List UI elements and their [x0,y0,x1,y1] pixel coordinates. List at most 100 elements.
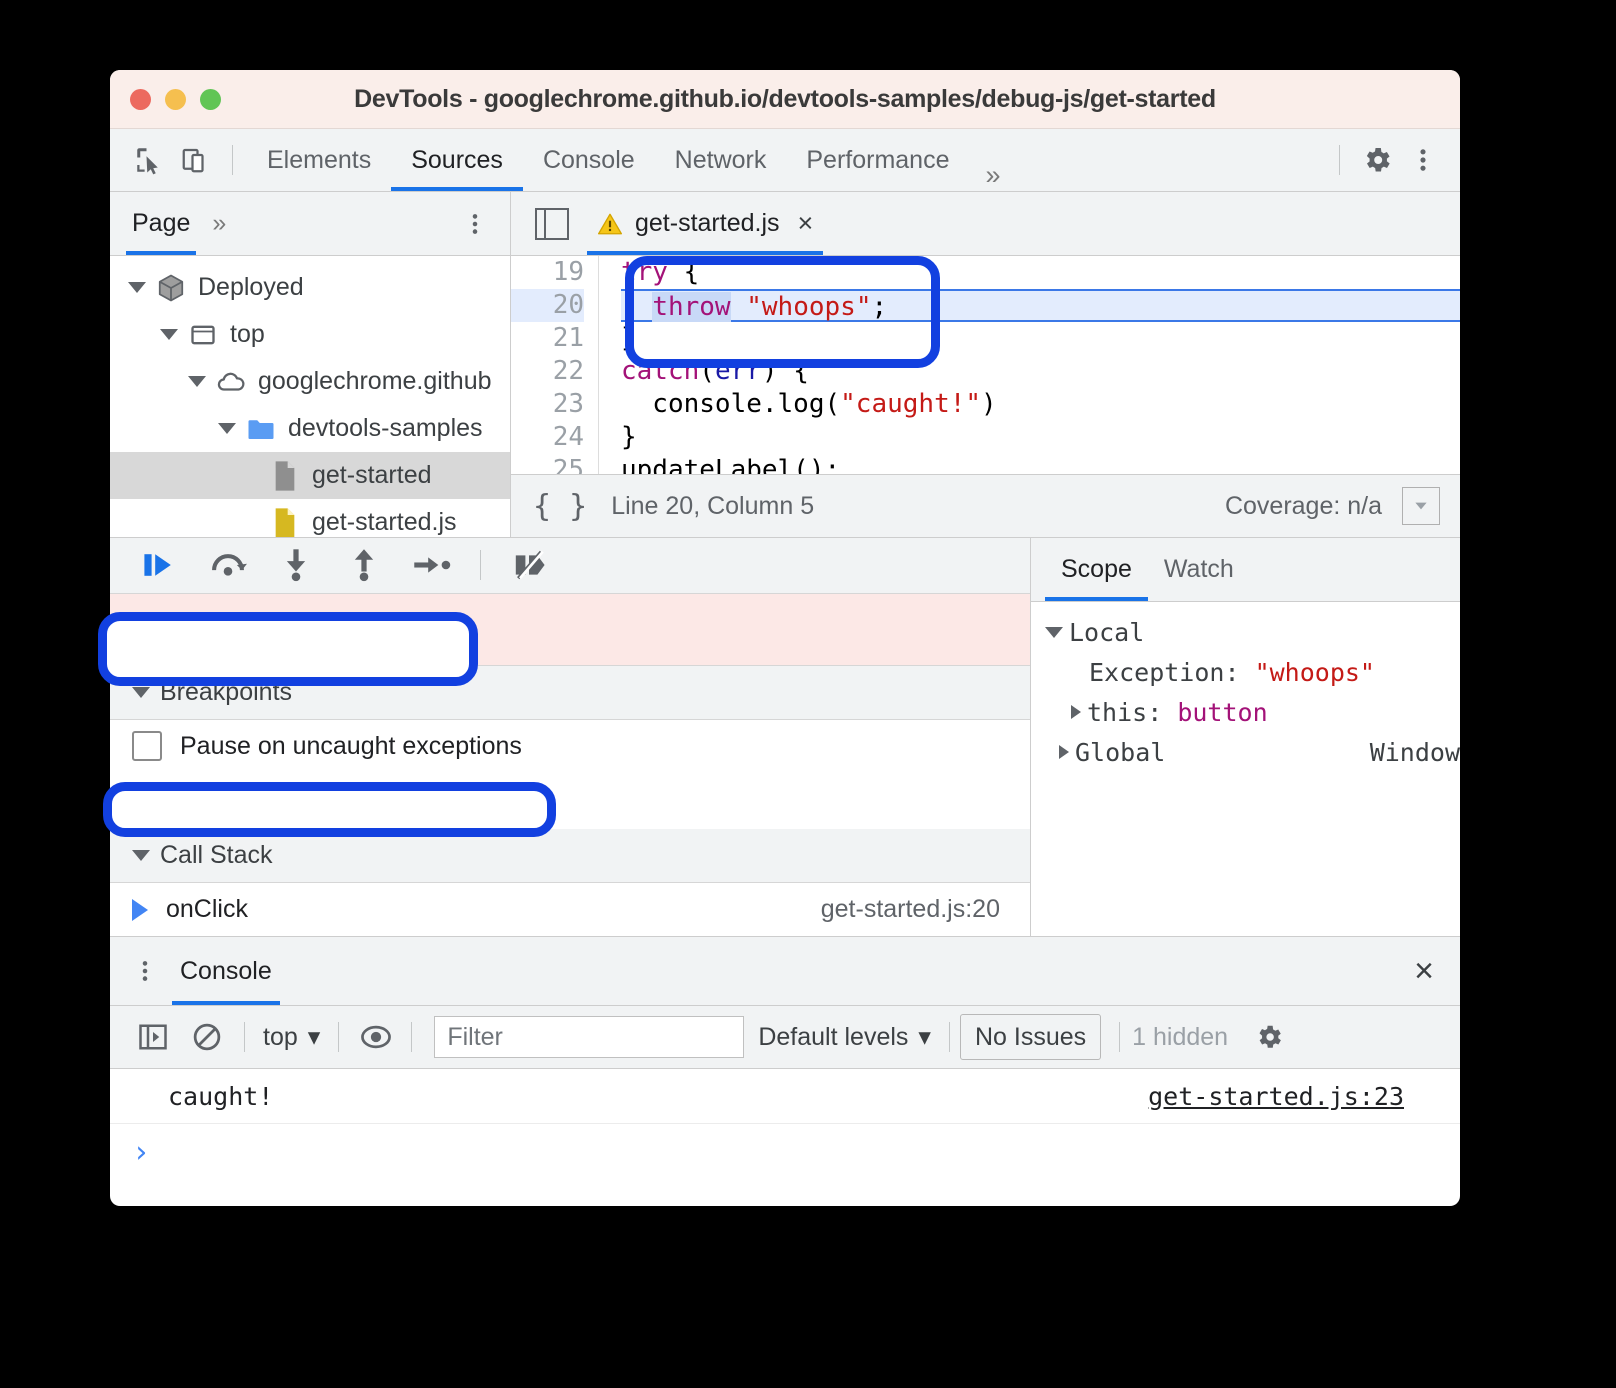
console-sidebar-icon[interactable] [126,1015,180,1059]
tree-item-top[interactable]: top [110,311,510,358]
file-tree: Deployed top googlechrome.github devtool… [110,256,510,537]
tab-watch[interactable]: Watch [1148,538,1250,601]
drawer-kebab-menu-icon[interactable] [132,958,158,984]
token-text: { [667,257,700,287]
tree-item-devtools-samples[interactable]: devtools-samples [110,405,510,452]
pause-on-caught-exceptions-row[interactable]: Pause on caught exceptions [110,772,1030,826]
console-message-source-link[interactable]: get-started.js:23 [1148,1082,1404,1111]
tree-item-label: googlechrome.github [258,367,492,395]
editor-tab-label: get-started.js [635,209,780,237]
line-number: 22 [552,356,584,386]
editor-tab-get-started-js[interactable]: get-started.js × [586,192,824,255]
tab-network[interactable]: Network [655,129,787,191]
tree-item-get-started-js[interactable]: get-started.js [110,499,510,537]
console-log-levels-dropdown[interactable]: Default levels ▾ [758,1022,931,1052]
call-stack-frame[interactable]: onClick get-started.js:20 [110,883,1030,936]
tab-elements[interactable]: Elements [247,129,391,191]
cube-icon [156,273,186,303]
console-toolbar-divider-4 [948,1022,950,1052]
resume-script-icon[interactable] [126,543,194,587]
console-message[interactable]: caught! get-started.js:23 [110,1069,1460,1124]
tree-item-googlechrome-github[interactable]: googlechrome.github [110,358,510,405]
code-editor[interactable]: 19 20 21 22 23 24 25 try { throw "whoops… [511,256,1460,474]
chevron-down-icon[interactable] [188,376,206,387]
step-out-icon[interactable] [330,543,398,587]
token-keyword-throw: throw [652,292,731,322]
live-expression-icon[interactable] [349,1015,403,1059]
toolbar-divider [232,145,233,175]
frame-icon [188,320,218,350]
more-tabs-icon[interactable]: » [969,160,1016,191]
step-into-icon[interactable] [262,543,330,587]
call-stack-section-header[interactable]: Call Stack [110,829,1030,884]
chevron-down-box-icon[interactable] [1402,487,1440,525]
console-prompt-row[interactable]: › [110,1124,1460,1180]
scope-property-exception: Exception: "whoops" [1031,652,1460,692]
chevron-down-icon[interactable] [128,282,146,293]
warning-triangle-icon [597,212,623,235]
issues-button[interactable]: No Issues [959,1014,1102,1060]
code-line-20: throw "whoops"; [621,289,1460,322]
close-icon[interactable]: × [1414,954,1434,988]
cursor-position: Line 20, Column 5 [611,491,815,520]
pause-on-uncaught-exceptions-row[interactable]: Pause on uncaught exceptions [110,719,1030,773]
navigator-more-icon[interactable]: » [212,209,226,238]
pause-on-caught-exceptions-checkbox[interactable] [132,783,162,814]
chevron-down-icon[interactable] [1045,626,1063,638]
scope-group-local[interactable]: Local [1031,612,1460,652]
close-icon[interactable]: × [798,208,814,239]
token-text: } [621,422,637,452]
chevron-down-icon: ▾ [918,1023,931,1051]
pause-on-uncaught-exceptions-checkbox[interactable] [132,731,162,762]
deactivate-breakpoints-icon[interactable] [495,543,563,587]
close-window-button[interactable] [130,88,151,110]
gear-icon[interactable] [1242,1015,1296,1059]
chevron-down-icon[interactable] [132,686,150,698]
chevron-down-icon[interactable] [160,329,178,340]
pretty-print-braces-icon[interactable]: { } [533,489,587,524]
tree-item-get-started[interactable]: get-started [110,452,510,499]
show-navigator-icon[interactable] [535,207,569,240]
chevron-down-icon[interactable] [218,423,236,434]
inspect-cursor-icon[interactable] [126,138,172,182]
step-icon[interactable] [398,543,466,587]
device-toggle-icon[interactable] [172,138,218,182]
tree-item-deployed[interactable]: Deployed [110,264,510,311]
console-toolbar-divider [244,1022,245,1052]
minimize-window-button[interactable] [165,88,186,110]
tab-sources[interactable]: Sources [391,129,523,191]
console-drawer: Console × top ▾ Filter Default levels ▾ … [110,936,1460,1180]
tab-scope[interactable]: Scope [1045,538,1148,601]
chevron-right-icon[interactable] [1071,705,1081,719]
debugger-sidebar: ✕ Paused on exception Breakpoints Pause … [110,538,1031,936]
tab-console[interactable]: Console [523,129,655,191]
chevron-down-icon[interactable] [132,850,150,862]
token-keyword: catch [621,356,700,386]
scope-property-name: this: [1087,697,1163,727]
console-filter-input[interactable]: Filter [434,1016,745,1058]
document-icon [270,460,300,491]
tab-page[interactable]: Page [125,192,197,255]
gear-icon[interactable] [1354,138,1400,182]
step-over-icon[interactable] [194,543,262,587]
console-prompt-arrow-icon: › [132,1134,151,1170]
breakpoints-section-header[interactable]: Breakpoints [110,665,1030,720]
clear-console-icon[interactable] [180,1015,234,1059]
kebab-menu-icon[interactable] [1400,138,1446,182]
scope-property-name: Exception: [1089,657,1240,687]
drawer-tab-console[interactable]: Console [172,937,280,1005]
token-text: console.log( [621,389,841,419]
navigator-kebab-menu-icon[interactable] [462,211,488,237]
log-levels-label: Default levels [758,1022,909,1051]
code-lines[interactable]: try { throw "whoops"; } catch(err) { con… [599,256,1460,474]
maximize-window-button[interactable] [200,88,221,110]
scope-group-global[interactable]: Global Window [1031,732,1460,772]
scope-property-this[interactable]: this: button [1031,692,1460,732]
tab-performance[interactable]: Performance [786,129,969,191]
scope-property-value: button [1177,697,1268,727]
token-string: "whoops" [746,292,872,322]
chevron-right-icon[interactable] [1059,745,1069,759]
execution-context-selector[interactable]: top ▾ [255,1022,328,1052]
sources-upper-split: Page » Deployed top googlechrome.github … [110,192,1460,537]
